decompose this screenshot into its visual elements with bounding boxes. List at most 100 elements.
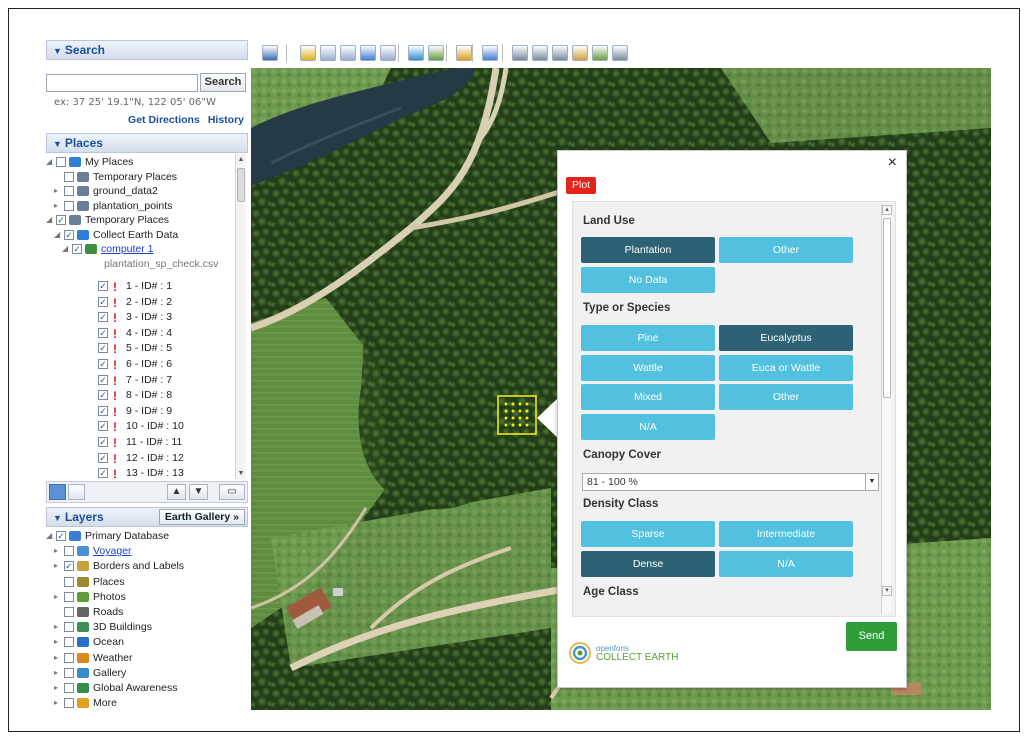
species-option[interactable]: Euca or Wattle: [719, 355, 853, 381]
placemark-item[interactable]: ✓! 13 - ID# : 13: [46, 466, 236, 478]
density-option[interactable]: Sparse: [581, 521, 715, 547]
close-icon[interactable]: ×: [888, 154, 897, 172]
checkbox[interactable]: ✓: [98, 343, 108, 354]
layer-item[interactable]: ▸ 3D Buildings: [46, 620, 236, 635]
search-button[interactable]: Search: [200, 73, 246, 92]
checkbox[interactable]: ✓: [98, 327, 108, 338]
placemark-item[interactable]: ✓! 3 - ID# : 3: [46, 310, 236, 326]
expand-icon[interactable]: ▸: [54, 184, 62, 199]
checkbox[interactable]: ✓: [56, 215, 66, 225]
expand-icon[interactable]: ▸: [54, 651, 62, 666]
checkbox[interactable]: ✓: [98, 468, 108, 478]
checkbox[interactable]: [64, 698, 74, 709]
chevron-down-icon[interactable]: ▼: [865, 474, 878, 490]
places-tree-item[interactable]: Temporary Places: [46, 170, 236, 185]
layer-item[interactable]: ▸ Gallery: [46, 666, 236, 681]
layer-item[interactable]: ▸ ✓ Borders and Labels: [46, 559, 236, 574]
checkbox[interactable]: [64, 576, 74, 587]
search-places-icon[interactable]: [49, 484, 66, 500]
map-tool-icon[interactable]: [262, 45, 278, 61]
expand-icon[interactable]: ▸: [54, 199, 62, 214]
species-option[interactable]: Pine: [581, 325, 715, 351]
placemark-item[interactable]: ✓! 8 - ID# : 8: [46, 388, 236, 404]
canopy-cover-select[interactable]: 81 - 100 % ▼: [582, 473, 879, 491]
search-input[interactable]: [46, 74, 198, 92]
scroll-up-icon[interactable]: ▴: [882, 205, 892, 215]
density-option[interactable]: N/A: [719, 551, 853, 577]
map-tool-icon[interactable]: [612, 45, 628, 61]
search-panel-header[interactable]: ▼ Search: [46, 40, 248, 60]
scroll-thumb[interactable]: [237, 168, 245, 202]
density-option[interactable]: Dense: [581, 551, 715, 577]
land-use-option[interactable]: Other: [719, 237, 853, 263]
checkbox[interactable]: ✓: [98, 452, 108, 463]
places-tree-item[interactable]: ◢ ✓ Temporary Places: [46, 213, 236, 228]
map-tool-icon[interactable]: [512, 45, 528, 61]
checkbox[interactable]: [64, 200, 74, 211]
checkbox[interactable]: [64, 546, 74, 557]
layer-item[interactable]: Places: [46, 575, 236, 590]
land-use-option[interactable]: Plantation: [581, 237, 715, 263]
placemark-item[interactable]: ✓! 5 - ID# : 5: [46, 341, 236, 357]
layer-item[interactable]: ◢ ✓ Primary Database: [46, 529, 236, 544]
checkbox[interactable]: ✓: [98, 405, 108, 416]
scroll-down-icon[interactable]: ▼: [236, 470, 246, 477]
get-directions-link[interactable]: Get Directions: [128, 114, 200, 126]
layer-item[interactable]: ▸ Voyager: [46, 544, 236, 559]
scroll-thumb[interactable]: [883, 218, 891, 398]
checkbox[interactable]: ✓: [98, 358, 108, 369]
expand-icon[interactable]: ▸: [54, 620, 62, 635]
checkbox[interactable]: [64, 591, 74, 602]
map-tool-icon[interactable]: [552, 45, 568, 61]
checkbox[interactable]: ✓: [72, 244, 82, 254]
expand-icon[interactable]: ◢: [46, 155, 54, 170]
checkbox[interactable]: [64, 652, 74, 663]
history-link[interactable]: History: [208, 114, 244, 126]
checkbox[interactable]: ✓: [98, 312, 108, 323]
expand-icon[interactable]: ▸: [54, 559, 62, 574]
checkbox[interactable]: [64, 186, 74, 196]
placemark-item[interactable]: ✓! 6 - ID# : 6: [46, 357, 236, 373]
map-tool-icon[interactable]: [572, 45, 588, 61]
layers-panel-header[interactable]: ▼ Layers Earth Gallery »: [46, 507, 248, 527]
map-tool-icon[interactable]: [340, 45, 356, 61]
places-tree-item[interactable]: ◢ My Places: [46, 155, 236, 170]
add-folder-icon[interactable]: ▭: [219, 484, 245, 500]
land-use-option[interactable]: No Data: [581, 267, 715, 293]
expand-icon[interactable]: ◢: [62, 242, 70, 257]
places-tree-item[interactable]: ▸ ground_data2: [46, 184, 236, 199]
placemark-item[interactable]: ✓! 11 - ID# : 11: [46, 435, 236, 451]
expand-icon[interactable]: ▸: [54, 590, 62, 605]
send-button[interactable]: Send: [846, 622, 897, 651]
move-down-icon[interactable]: ▼: [189, 484, 208, 500]
checkbox[interactable]: ✓: [64, 561, 74, 572]
expand-icon[interactable]: ◢: [46, 213, 54, 228]
move-up-icon[interactable]: ▲: [167, 484, 186, 500]
layer-item[interactable]: ▸ Ocean: [46, 635, 236, 650]
map-tool-icon[interactable]: [592, 45, 608, 61]
placemark-item[interactable]: ✓! 7 - ID# : 7: [46, 373, 236, 389]
placemark-item[interactable]: ✓! 10 - ID# : 10: [46, 419, 236, 435]
places-scrollbar[interactable]: ▲ ▼: [235, 154, 246, 479]
checkbox[interactable]: ✓: [98, 421, 108, 432]
checkbox[interactable]: ✓: [98, 296, 108, 307]
map-tool-icon[interactable]: [532, 45, 548, 61]
layer-item[interactable]: Roads: [46, 605, 236, 620]
species-option[interactable]: Wattle: [581, 355, 715, 381]
density-option[interactable]: Intermediate: [719, 521, 853, 547]
form-scrollbar[interactable]: ▴ ▾: [881, 204, 892, 614]
places-tree-item[interactable]: ▸ plantation_points: [46, 199, 236, 214]
expand-icon[interactable]: ▸: [54, 696, 62, 709]
map-tool-icon[interactable]: [360, 45, 376, 61]
placemark-item[interactable]: ✓! 4 - ID# : 4: [46, 326, 236, 342]
checkbox[interactable]: [64, 606, 74, 617]
places-panel-header[interactable]: ▼ Places: [46, 133, 248, 153]
map-tool-icon[interactable]: [482, 45, 498, 61]
map-tool-icon[interactable]: [320, 45, 336, 61]
layer-item[interactable]: ▸ Global Awareness: [46, 681, 236, 696]
checkbox[interactable]: ✓: [98, 390, 108, 401]
layer-item[interactable]: ▸ Photos: [46, 590, 236, 605]
map-tool-icon[interactable]: [456, 45, 472, 61]
scroll-up-icon[interactable]: ▲: [236, 156, 246, 163]
placemark-item[interactable]: ✓! 2 - ID# : 2: [46, 295, 236, 311]
